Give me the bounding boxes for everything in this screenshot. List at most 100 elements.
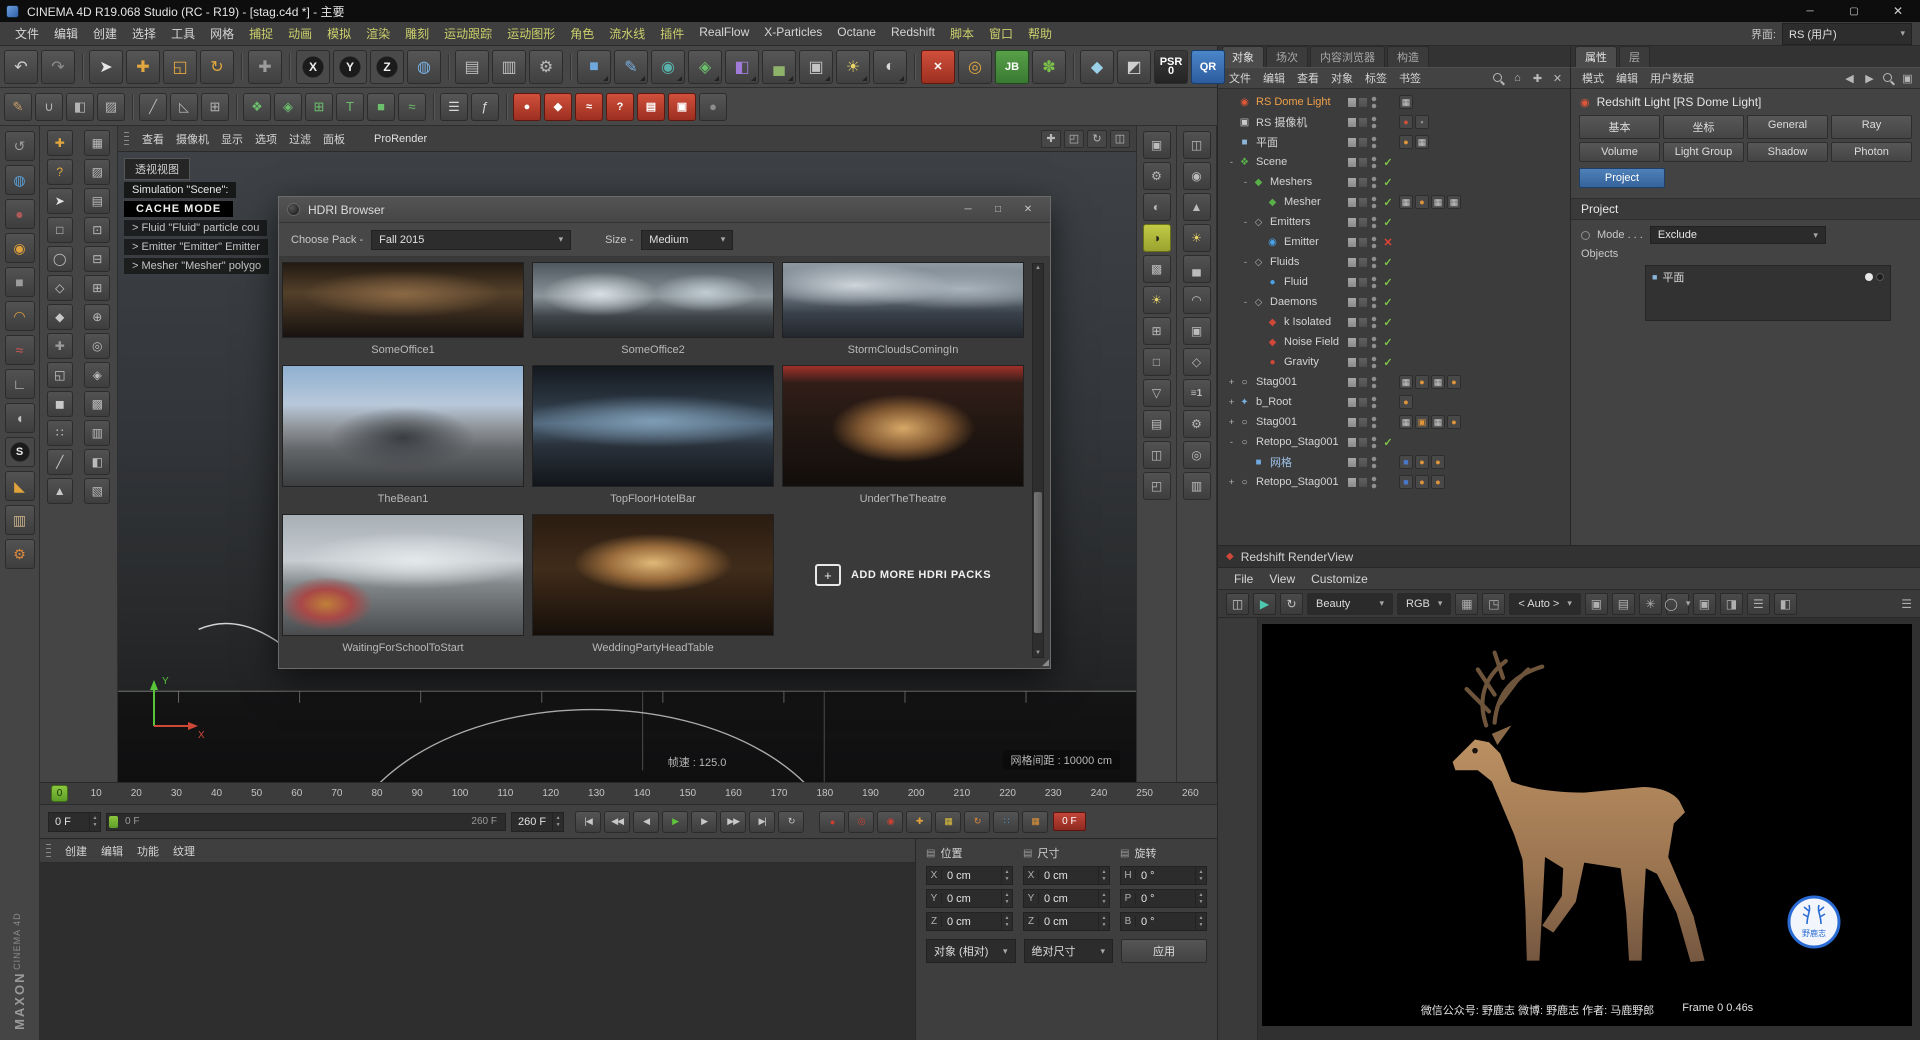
add-deformer-menu[interactable]: ◧: [725, 50, 759, 84]
expand-toggle[interactable]: -: [1240, 177, 1251, 187]
hdri-item[interactable]: WeddingPartyHeadTable: [532, 514, 774, 654]
layer-box-icon[interactable]: [1348, 418, 1367, 427]
viewport-menu-item[interactable]: 选项: [249, 128, 283, 150]
menu-item[interactable]: 运动图形: [500, 22, 562, 45]
viewport-menu-item[interactable]: 查看: [136, 128, 170, 150]
goto-end-button[interactable]: ▶|: [749, 811, 775, 833]
attribute-tab-button[interactable]: Ray: [1831, 115, 1912, 139]
add-primitive-menu[interactable]: ■: [577, 50, 611, 84]
beauty-dropdown[interactable]: Beauty: [1307, 593, 1393, 615]
sphere-disabled-button[interactable]: ●: [699, 93, 727, 121]
visibility-dots-icon[interactable]: [1371, 235, 1377, 250]
coordinate-field[interactable]: X 0 cm: [1023, 866, 1110, 885]
visibility-dots-icon[interactable]: [1371, 335, 1377, 350]
xp-camera-button[interactable]: ▣: [668, 93, 696, 121]
mode-solo-icon[interactable]: ◎: [84, 333, 110, 359]
xp-emitter-button[interactable]: ●: [513, 93, 541, 121]
menu-item[interactable]: 模拟: [320, 22, 358, 45]
viewport-menu-item[interactable]: 摄像机: [170, 128, 215, 150]
object-row[interactable]: - ◆ Meshers ✓: [1218, 172, 1570, 192]
hdri-thumbnail[interactable]: [282, 262, 524, 338]
channel-dropdown[interactable]: RGB: [1397, 593, 1451, 615]
menu-item[interactable]: 工具: [164, 22, 202, 45]
hdri-thumbnail[interactable]: + ADD MORE HDRI PACKS: [782, 514, 1024, 636]
menu-item[interactable]: 创建: [86, 22, 124, 45]
object-row[interactable]: - ○ Retopo_Stag001 ✓: [1218, 432, 1570, 452]
enabled-state-icon[interactable]: ✓: [1381, 276, 1395, 289]
hdri-item[interactable]: SomeOffice1: [282, 262, 524, 356]
hdri-item[interactable]: + ADD MORE HDRI PACKS: [782, 514, 1024, 654]
object-menu-item[interactable]: 书签: [1393, 68, 1427, 88]
layer-box-icon[interactable]: [1348, 298, 1367, 307]
render-active-view-button[interactable]: ▤: [455, 50, 489, 84]
dock-history-icon[interactable]: ↺: [5, 131, 35, 161]
manager-tab[interactable]: 构造: [1387, 46, 1429, 67]
menu-item[interactable]: 窗口: [982, 22, 1020, 45]
vp2-render-icon[interactable]: ▥: [1183, 472, 1211, 500]
vp-fullscreen-icon[interactable]: ◰: [1143, 472, 1171, 500]
attribute-tab-button[interactable]: General: [1747, 115, 1828, 139]
attribute-tab-project-active[interactable]: Project: [1579, 168, 1665, 188]
palette-edge-icon[interactable]: ╱: [47, 449, 73, 475]
scale-tool[interactable]: ◱: [163, 50, 197, 84]
attribute-tab-button[interactable]: Light Group: [1663, 142, 1744, 162]
enabled-state-icon[interactable]: ✕: [1381, 236, 1395, 249]
vp2-spheres-icon[interactable]: ◉: [1183, 162, 1211, 190]
layer-box-icon[interactable]: [1348, 378, 1367, 387]
dialog-minimize-button[interactable]: ─: [954, 200, 982, 220]
visibility-dots-icon[interactable]: [1371, 355, 1377, 370]
attribute-tab-button[interactable]: 坐标: [1663, 115, 1744, 139]
manager-tab[interactable]: 内容浏览器: [1310, 46, 1385, 67]
layer-box-icon[interactable]: [1348, 318, 1367, 327]
objects-list-item[interactable]: ■ 平面: [1648, 268, 1888, 286]
stepper-icon[interactable]: [1098, 913, 1109, 930]
layer-box-icon[interactable]: [1348, 238, 1367, 247]
compare-icon[interactable]: ◨: [1720, 593, 1743, 615]
visibility-dots-icon[interactable]: [1371, 475, 1377, 490]
menu-item[interactable]: 运动跟踪: [437, 22, 499, 45]
object-row[interactable]: ● Fluid ✓: [1218, 272, 1570, 292]
current-frame-marker[interactable]: 0: [51, 785, 68, 802]
vp2-camera-icon[interactable]: ▣: [1183, 317, 1211, 345]
object-row[interactable]: ◆ Mesher ✓ ▦●▦▦: [1218, 192, 1570, 212]
stepper-icon[interactable]: [1195, 913, 1206, 930]
visibility-dots-icon[interactable]: [1371, 375, 1377, 390]
vp2-cubes-icon[interactable]: ◫: [1183, 131, 1211, 159]
hdri-item[interactable]: SomeOffice2: [532, 262, 774, 356]
checker-plugin-button[interactable]: ◩: [1117, 50, 1151, 84]
tag-icon[interactable]: ▪: [1415, 115, 1429, 129]
layer-box-icon[interactable]: [1348, 218, 1367, 227]
object-menu-item[interactable]: 对象: [1325, 68, 1359, 88]
vp2-gear-icon[interactable]: ⚙: [1183, 410, 1211, 438]
attribute-tab-button[interactable]: Shadow: [1747, 142, 1828, 162]
tag-icon[interactable]: ●: [1415, 195, 1429, 209]
object-row[interactable]: ◉ Emitter ✕: [1218, 232, 1570, 252]
layer-box-icon[interactable]: [1348, 258, 1367, 267]
coordinate-mode-dropdown[interactable]: 对象 (相对): [926, 939, 1016, 963]
expand-toggle[interactable]: -: [1240, 217, 1251, 227]
visibility-dots-icon[interactable]: [1371, 115, 1377, 130]
pan-view-icon[interactable]: ✚: [1041, 130, 1061, 148]
slider-thumb[interactable]: [109, 816, 118, 828]
stepper-icon[interactable]: [1195, 890, 1206, 907]
search-icon[interactable]: [1882, 72, 1895, 85]
object-name[interactable]: k Isolated: [1284, 316, 1331, 328]
tag-icon[interactable]: ▦: [1431, 375, 1445, 389]
xp-cache-button[interactable]: ▤: [637, 93, 665, 121]
tag-icon[interactable]: ▦: [1399, 375, 1413, 389]
visibility-dots-icon[interactable]: [1371, 195, 1377, 210]
next-frame-button[interactable]: ▶: [691, 811, 717, 833]
objects-list-box[interactable]: ■ 平面: [1645, 265, 1891, 321]
tag-icon[interactable]: ▦: [1415, 135, 1429, 149]
lock-x-axis-toggle[interactable]: X: [296, 50, 330, 84]
tag-icon[interactable]: ●: [1447, 415, 1461, 429]
dock-browser-icon[interactable]: ◍: [5, 165, 35, 195]
dock-mouse-icon[interactable]: ◖: [5, 403, 35, 433]
size-dropdown[interactable]: Medium: [641, 230, 733, 250]
object-name[interactable]: RS 摄像机: [1256, 114, 1307, 130]
mode-workplane-icon[interactable]: ▤: [84, 188, 110, 214]
menu-item[interactable]: Octane: [830, 22, 883, 45]
hdri-thumbnail[interactable]: [532, 514, 774, 636]
palette-snap-icon[interactable]: ◆: [47, 304, 73, 330]
dock-sphere-icon[interactable]: ●: [5, 199, 35, 229]
